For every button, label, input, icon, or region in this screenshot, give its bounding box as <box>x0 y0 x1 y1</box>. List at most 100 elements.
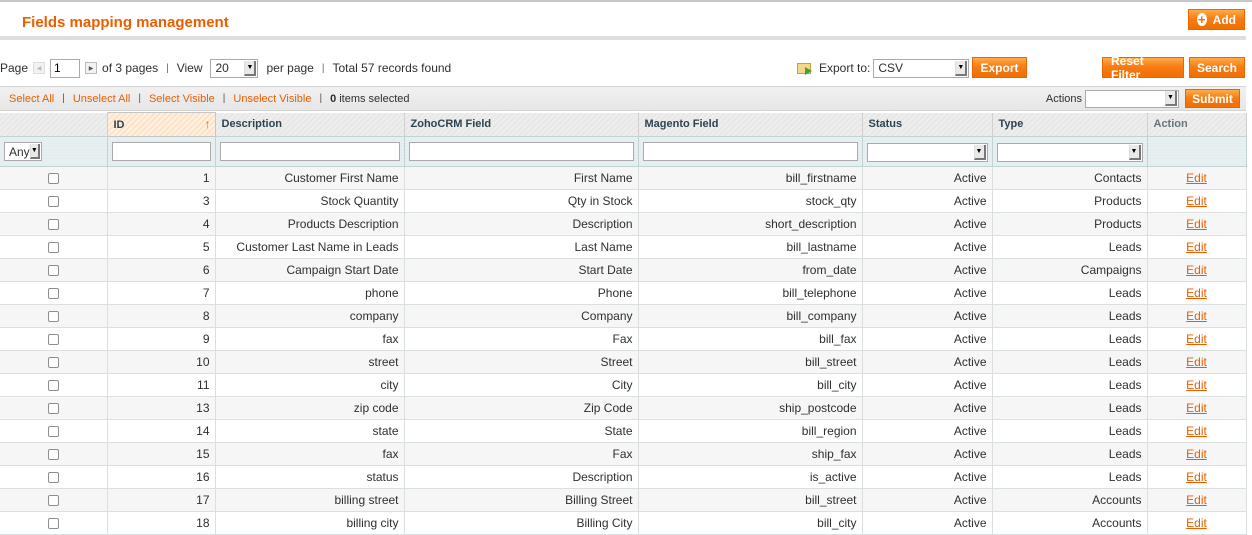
view-label: View <box>176 61 203 75</box>
filter-cell <box>215 136 405 167</box>
description-filter-input[interactable] <box>219 142 400 161</box>
table-row[interactable]: 16 status Description is_active Active Leads E… <box>0 465 1247 489</box>
edit-link[interactable]: Edit <box>1186 447 1207 461</box>
per-page-select[interactable]: 20 ▼ <box>210 58 259 78</box>
per-page-label: per page <box>266 61 314 75</box>
table-row[interactable]: 7 phone Phone bill_telephone Active Leads Edit <box>0 281 1247 305</box>
select-all-link[interactable]: Select All <box>9 93 54 105</box>
edit-link[interactable]: Edit <box>1186 217 1207 231</box>
edit-link[interactable]: Edit <box>1186 309 1207 323</box>
actions-select[interactable]: ▼ <box>1085 89 1179 108</box>
cell-select <box>0 166 108 190</box>
row-checkbox[interactable] <box>47 311 59 323</box>
row-checkbox[interactable] <box>47 265 59 277</box>
id-filter-input[interactable] <box>111 142 211 161</box>
add-button[interactable]: + Add <box>1188 9 1245 30</box>
table-row[interactable]: 15 fax Fax ship_fax Active Leads Edit <box>0 442 1247 466</box>
cell-zohocrm-field: First Name <box>404 166 639 190</box>
table-row[interactable]: 4 Products Description Description short_de… <box>0 212 1247 236</box>
table-row[interactable]: 1 Customer First Name First Name bill_first… <box>0 166 1247 190</box>
edit-link[interactable]: Edit <box>1186 286 1207 300</box>
filter-cell <box>107 136 216 167</box>
table-row[interactable]: 18 billing city Billing City bill_city Activ… <box>0 511 1247 535</box>
row-checkbox[interactable] <box>47 357 59 369</box>
cell-type: Leads <box>992 419 1148 443</box>
cell-type: Campaigns <box>992 258 1148 282</box>
edit-link[interactable]: Edit <box>1186 240 1207 254</box>
table-row[interactable]: 8 company Company bill_company Active Leads Ed… <box>0 304 1247 328</box>
cell-description: phone <box>215 281 405 305</box>
edit-link[interactable]: Edit <box>1186 378 1207 392</box>
type-filter-select[interactable]: ▼ <box>996 142 1143 162</box>
row-checkbox[interactable] <box>47 495 59 507</box>
column-header-description[interactable]: Description <box>215 112 405 137</box>
row-checkbox[interactable] <box>47 242 59 254</box>
edit-link[interactable]: Edit <box>1186 470 1207 484</box>
column-header-action: Action <box>1147 112 1247 137</box>
cell-id: 16 <box>107 465 216 489</box>
row-checkbox[interactable] <box>47 173 59 185</box>
column-header-label: ID <box>113 118 125 131</box>
cell-id: 10 <box>107 350 216 374</box>
search-button[interactable]: Search <box>1189 57 1245 78</box>
page-number-input[interactable] <box>50 58 81 78</box>
row-checkbox[interactable] <box>47 449 59 461</box>
cell-magento-field: bill_region <box>638 419 863 443</box>
export-format-select[interactable]: CSV ▼ <box>873 58 970 78</box>
select-visible-link[interactable]: Select Visible <box>149 93 215 105</box>
status-filter-select[interactable]: ▼ <box>866 142 988 162</box>
unselect-all-link[interactable]: Unselect All <box>73 93 130 105</box>
export-button[interactable]: Export <box>972 57 1027 78</box>
table-row[interactable]: 9 fax Fax bill_fax Active Leads Edit <box>0 327 1247 351</box>
cell-id: 13 <box>107 396 216 420</box>
edit-link[interactable]: Edit <box>1186 355 1207 369</box>
row-checkbox[interactable] <box>47 288 59 300</box>
edit-link[interactable]: Edit <box>1186 516 1207 530</box>
cell-type: Leads <box>992 281 1148 305</box>
cell-magento-field: short_description <box>638 212 863 236</box>
edit-link[interactable]: Edit <box>1186 263 1207 277</box>
row-checkbox[interactable] <box>47 380 59 392</box>
cell-id: 9 <box>107 327 216 351</box>
table-row[interactable]: 13 zip code Zip Code ship_postcode Active Lea… <box>0 396 1247 420</box>
column-header-type[interactable]: Type <box>992 112 1148 137</box>
cell-zohocrm-field: Start Date <box>404 258 639 282</box>
column-header-id[interactable]: ID ↑ <box>106 112 216 137</box>
table-row[interactable]: 17 billing street Billing Street bill_stree… <box>0 488 1247 512</box>
cell-action: Edit <box>1147 350 1247 374</box>
row-checkbox[interactable] <box>47 334 59 346</box>
edit-link[interactable]: Edit <box>1186 171 1207 185</box>
row-checkbox[interactable] <box>47 518 59 530</box>
row-checkbox[interactable] <box>47 426 59 438</box>
row-checkbox[interactable] <box>47 403 59 415</box>
next-page-icon[interactable]: ▶ <box>85 62 98 74</box>
table-row[interactable]: 11 city City bill_city Active Leads Edit <box>0 373 1247 397</box>
column-header-magento-field[interactable]: Magento Field <box>638 112 863 137</box>
cell-status: Active <box>862 488 993 512</box>
table-row[interactable]: 14 state State bill_region Active Leads Edit <box>0 419 1247 443</box>
table-row[interactable]: 10 street Street bill_street Active Leads Edit <box>0 350 1247 374</box>
cell-zohocrm-field: City <box>404 373 639 397</box>
submit-button[interactable]: Submit <box>1185 89 1240 108</box>
edit-link[interactable]: Edit <box>1186 332 1207 346</box>
row-checkbox[interactable] <box>47 472 59 484</box>
edit-link[interactable]: Edit <box>1186 493 1207 507</box>
unselect-visible-link[interactable]: Unselect Visible <box>233 93 311 105</box>
previous-page-icon[interactable]: ◀ <box>33 62 46 74</box>
edit-link[interactable]: Edit <box>1186 401 1207 415</box>
table-row[interactable]: 6 Campaign Start Date Start Date from_date A… <box>0 258 1247 282</box>
cell-select <box>0 281 108 305</box>
magento-field-filter-input[interactable] <box>642 142 858 161</box>
column-header-zohocrm-field[interactable]: ZohoCRM Field <box>404 112 639 137</box>
filter-cell <box>404 136 639 167</box>
row-checkbox[interactable] <box>47 219 59 231</box>
checkbox-filter-select[interactable]: Any ▼ <box>4 142 42 161</box>
edit-link[interactable]: Edit <box>1186 424 1207 438</box>
table-row[interactable]: 3 Stock Quantity Qty in Stock stock_qty Acti… <box>0 189 1247 213</box>
reset-filter-button[interactable]: Reset Filter <box>1102 54 1184 82</box>
row-checkbox[interactable] <box>47 196 59 208</box>
zohocrm-field-filter-input[interactable] <box>408 142 634 161</box>
column-header-status[interactable]: Status <box>862 112 993 137</box>
edit-link[interactable]: Edit <box>1186 194 1207 208</box>
table-row[interactable]: 5 Customer Last Name in Leads Last Name bil… <box>0 235 1247 259</box>
